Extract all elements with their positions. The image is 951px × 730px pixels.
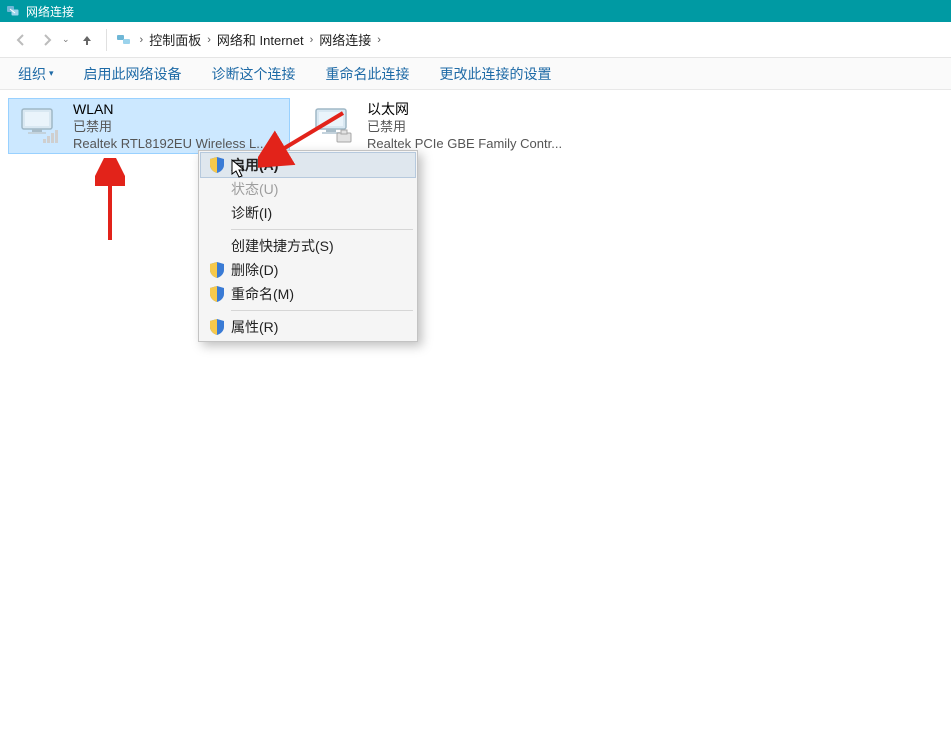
adapter-ethernet-status: 已禁用: [367, 118, 562, 135]
toolbar-organize-label: 组织: [18, 64, 46, 84]
menu-delete[interactable]: 删除(D): [201, 258, 415, 282]
menu-shortcut-label: 创建快捷方式(S): [231, 236, 334, 256]
address-bar: ⌄ › 控制面板 › 网络和 Internet › 网络连接 ›: [0, 22, 951, 58]
menu-enable-label: 启用(A): [231, 155, 278, 175]
chevron-down-icon: ▾: [49, 68, 54, 79]
menu-rename-label: 重命名(M): [231, 284, 294, 304]
crumb-network-connections[interactable]: 网络连接: [316, 28, 374, 51]
recent-dropdown-icon[interactable]: ⌄: [62, 34, 70, 45]
network-icon: [115, 32, 133, 48]
adapter-wlan-name: WLAN: [73, 100, 267, 118]
blank-icon: [207, 203, 227, 223]
menu-delete-label: 删除(D): [231, 260, 278, 280]
adapter-ethernet-icon: [307, 102, 363, 150]
menu-diagnose[interactable]: 诊断(I): [201, 201, 415, 225]
toolbar-enable-device[interactable]: 启用此网络设备: [76, 60, 190, 88]
adapter-ethernet[interactable]: 以太网 已禁用 Realtek PCIe GBE Family Contr...: [302, 98, 584, 154]
menu-properties[interactable]: 属性(R): [201, 315, 415, 339]
menu-create-shortcut[interactable]: 创建快捷方式(S): [201, 234, 415, 258]
menu-enable[interactable]: 启用(A): [201, 153, 415, 177]
annotation-arrow: [95, 158, 125, 243]
blank-icon: [207, 236, 227, 256]
adapter-wlan[interactable]: WLAN 已禁用 Realtek RTL8192EU Wireless L...: [8, 98, 290, 154]
adapter-ethernet-name: 以太网: [367, 100, 562, 118]
nav-back-button[interactable]: [10, 29, 32, 51]
toolbar-rename[interactable]: 重命名此连接: [318, 60, 418, 88]
menu-props-label: 属性(R): [231, 317, 278, 337]
content-area: WLAN 已禁用 Realtek RTL8192EU Wireless L...…: [0, 90, 951, 162]
adapter-ethernet-info: 以太网 已禁用 Realtek PCIe GBE Family Contr...: [367, 100, 562, 152]
nav-forward-button[interactable]: [36, 29, 58, 51]
nav-up-button[interactable]: [76, 29, 98, 51]
menu-separator: [231, 310, 413, 311]
blank-icon: [207, 179, 227, 199]
toolbar: 组织 ▾ 启用此网络设备 诊断这个连接 重命名此连接 更改此连接的设置: [0, 58, 951, 90]
adapter-wlan-icon: [13, 102, 69, 150]
toolbar-organize[interactable]: 组织 ▾: [10, 60, 62, 88]
app-icon: [6, 4, 20, 18]
title-bar: 网络连接: [0, 0, 951, 22]
crumb-sep-icon: ›: [310, 34, 314, 46]
context-menu: 启用(A) 状态(U) 诊断(I) 创建快捷方式(S) 删除(D) 重命名(M)…: [198, 150, 418, 342]
crumb-sep-icon: ›: [207, 34, 211, 46]
crumb-network-internet[interactable]: 网络和 Internet: [214, 28, 307, 51]
menu-diagnose-label: 诊断(I): [231, 203, 272, 223]
crumb-sep-icon: ›: [140, 34, 144, 46]
breadcrumb[interactable]: › 控制面板 › 网络和 Internet › 网络连接 ›: [111, 28, 943, 51]
window-title: 网络连接: [26, 3, 74, 20]
adapter-wlan-status: 已禁用: [73, 118, 267, 135]
crumb-sep-icon: ›: [377, 34, 381, 46]
menu-status-label: 状态(U): [231, 179, 278, 199]
menu-status: 状态(U): [201, 177, 415, 201]
shield-icon: [207, 284, 227, 304]
toolbar-change-settings[interactable]: 更改此连接的设置: [432, 60, 560, 88]
shield-icon: [207, 155, 227, 175]
menu-rename[interactable]: 重命名(M): [201, 282, 415, 306]
divider: [106, 29, 107, 51]
adapter-wlan-info: WLAN 已禁用 Realtek RTL8192EU Wireless L...: [73, 100, 267, 152]
menu-separator: [231, 229, 413, 230]
crumb-control-panel[interactable]: 控制面板: [146, 28, 204, 51]
toolbar-diagnose[interactable]: 诊断这个连接: [204, 60, 304, 88]
shield-icon: [207, 317, 227, 337]
shield-icon: [207, 260, 227, 280]
